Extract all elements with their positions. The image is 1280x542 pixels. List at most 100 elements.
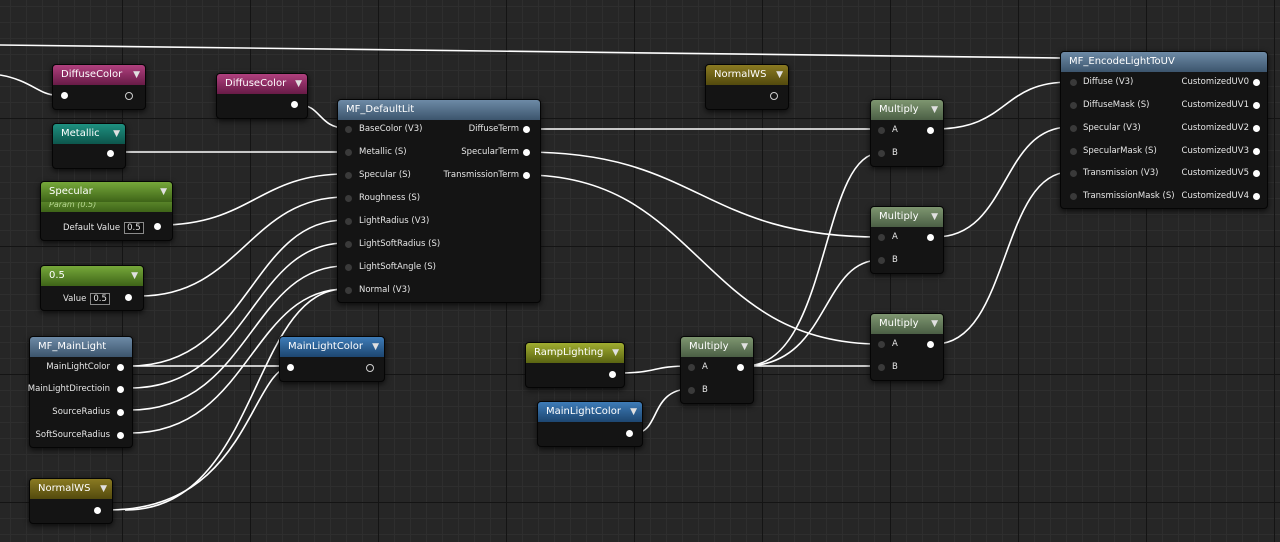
- node-title: MF_DefaultLit: [346, 104, 415, 115]
- chevron-down-icon[interactable]: ▼: [931, 314, 938, 334]
- output-pin[interactable]: [737, 364, 744, 371]
- input-label: LightRadius (V3): [359, 216, 430, 226]
- output-pin[interactable]: [117, 409, 124, 416]
- input-pin[interactable]: [878, 341, 885, 348]
- output-pin[interactable]: [523, 172, 530, 179]
- main-light-color-node[interactable]: MainLightColor ▼: [279, 336, 385, 382]
- chevron-down-icon[interactable]: ▼: [113, 124, 120, 144]
- chevron-down-icon[interactable]: ▼: [931, 100, 938, 120]
- chevron-down-icon[interactable]: ▼: [295, 74, 302, 94]
- input-label: TransmissionMask (S): [1083, 191, 1175, 201]
- output-pin[interactable]: [523, 149, 530, 156]
- output-pin[interactable]: [61, 92, 68, 99]
- input-pin[interactable]: [345, 126, 352, 133]
- input-pin[interactable]: [345, 264, 352, 271]
- output-pin[interactable]: [94, 507, 101, 514]
- main-light-color-node[interactable]: MainLightColor ▼: [537, 401, 643, 447]
- output-pin-hollow[interactable]: [366, 364, 374, 372]
- node-header: RampLighting ▼: [526, 343, 624, 363]
- output-pin[interactable]: [291, 101, 298, 108]
- input-pin[interactable]: [345, 195, 352, 202]
- output-pin[interactable]: [1253, 102, 1260, 109]
- output-pin[interactable]: [107, 150, 114, 157]
- input-pin[interactable]: [688, 387, 695, 394]
- default-value-input[interactable]: 0.5: [124, 222, 144, 234]
- multiply-node[interactable]: Multiply ▼ A B: [870, 99, 944, 167]
- input-pin[interactable]: [688, 364, 695, 371]
- output-pin[interactable]: [125, 294, 132, 301]
- chevron-down-icon[interactable]: ▼: [741, 337, 748, 357]
- input-pin[interactable]: [878, 234, 885, 241]
- chevron-down-icon[interactable]: ▼: [931, 207, 938, 227]
- output-label: CustomizedUV3: [1181, 146, 1249, 156]
- output-pin[interactable]: [117, 432, 124, 439]
- output-label: CustomizedUV4: [1181, 191, 1249, 201]
- multiply-node[interactable]: Multiply ▼ A B: [680, 336, 754, 404]
- node-title: NormalWS: [38, 483, 91, 494]
- output-pin[interactable]: [1253, 79, 1260, 86]
- output-pin[interactable]: [1253, 170, 1260, 177]
- input-pin[interactable]: [1070, 102, 1077, 109]
- output-pin[interactable]: [927, 341, 934, 348]
- normal-ws-param-node[interactable]: NormalWS ▼: [705, 64, 789, 110]
- output-pin-hollow[interactable]: [125, 92, 133, 100]
- output-pin[interactable]: [1253, 148, 1260, 155]
- input-pin[interactable]: [345, 287, 352, 294]
- output-pin[interactable]: [927, 127, 934, 134]
- output-pin[interactable]: [287, 364, 294, 371]
- metallic-param-node[interactable]: Metallic ▼: [52, 123, 126, 169]
- diffuse-color-param-node[interactable]: DiffuseColor ▼: [216, 73, 308, 119]
- chevron-down-icon[interactable]: ▼: [372, 337, 379, 357]
- chevron-down-icon[interactable]: ▼: [133, 65, 140, 85]
- input-pin[interactable]: [345, 149, 352, 156]
- encode-light-to-uv-function-node[interactable]: MF_EncodeLightToUV Diffuse (V3) DiffuseM…: [1060, 51, 1268, 209]
- output-pin[interactable]: [1253, 125, 1260, 132]
- chevron-down-icon[interactable]: ▼: [131, 266, 138, 286]
- output-label: SoftSourceRadius: [35, 430, 110, 440]
- node-header: Multiply ▼: [871, 314, 943, 334]
- normal-ws-param-node[interactable]: NormalWS ▼: [29, 478, 113, 524]
- input-pin[interactable]: [878, 364, 885, 371]
- ramp-lighting-param-node[interactable]: RampLighting ▼: [525, 342, 625, 388]
- input-pin[interactable]: [1070, 170, 1077, 177]
- input-pin[interactable]: [345, 218, 352, 225]
- input-pin[interactable]: [1070, 125, 1077, 132]
- chevron-down-icon[interactable]: ▼: [776, 65, 783, 85]
- default-lit-function-node[interactable]: MF_DefaultLit BaseColor (V3) Metallic (S…: [337, 99, 541, 303]
- input-pin[interactable]: [878, 127, 885, 134]
- output-pin[interactable]: [154, 223, 161, 230]
- output-label: CustomizedUV1: [1181, 100, 1249, 110]
- input-label: A: [892, 125, 898, 135]
- input-pin[interactable]: [345, 172, 352, 179]
- chevron-down-icon[interactable]: ▼: [630, 402, 637, 422]
- output-pin-hollow[interactable]: [770, 92, 778, 100]
- output-pin[interactable]: [117, 386, 124, 393]
- output-pin[interactable]: [927, 234, 934, 241]
- input-pin[interactable]: [1070, 193, 1077, 200]
- output-pin[interactable]: [523, 126, 530, 133]
- output-pin[interactable]: [626, 430, 633, 437]
- chevron-down-icon[interactable]: ▼: [612, 343, 619, 363]
- output-pin[interactable]: [1253, 193, 1260, 200]
- multiply-node[interactable]: Multiply ▼ A B: [870, 206, 944, 274]
- input-pin[interactable]: [878, 257, 885, 264]
- specular-param-node[interactable]: Specular ▼ Param (0.5) Default Value 0.5: [40, 181, 173, 241]
- main-light-function-node[interactable]: MF_MainLight MainLightColor MainLightDir…: [28, 336, 133, 448]
- output-label: CustomizedUV2: [1181, 123, 1249, 133]
- node-header: MF_EncodeLightToUV: [1061, 52, 1267, 72]
- value-input[interactable]: 0.5: [90, 293, 110, 305]
- node-title: Multiply: [879, 211, 919, 222]
- input-label: A: [702, 362, 708, 372]
- input-pin[interactable]: [345, 241, 352, 248]
- input-pin[interactable]: [1070, 79, 1077, 86]
- input-pin[interactable]: [878, 150, 885, 157]
- output-pin[interactable]: [609, 371, 616, 378]
- output-pin[interactable]: [117, 364, 124, 371]
- chevron-down-icon[interactable]: ▼: [100, 479, 107, 499]
- multiply-node[interactable]: Multiply ▼ A B: [870, 313, 944, 381]
- node-title: DiffuseColor: [61, 69, 123, 80]
- input-pin[interactable]: [1070, 148, 1077, 155]
- constant-node[interactable]: 0.5 ▼ Value 0.5: [40, 265, 144, 311]
- diffuse-color-param-node[interactable]: DiffuseColor ▼: [52, 64, 146, 110]
- chevron-down-icon[interactable]: ▼: [160, 182, 167, 202]
